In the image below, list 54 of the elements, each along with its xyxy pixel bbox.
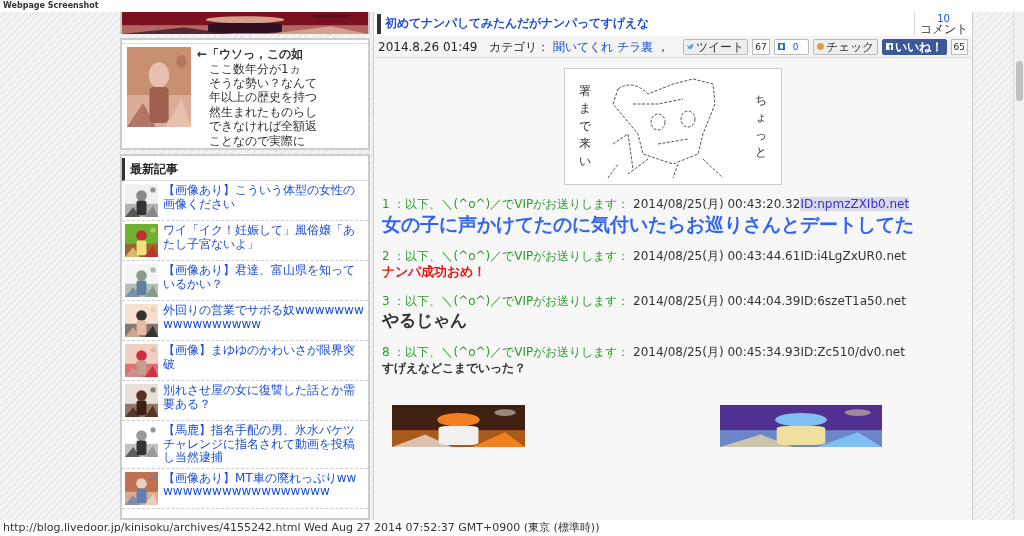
check-button[interactable]: チェック — [812, 38, 878, 55]
teaser-line: 年以上の歴史を持つ — [208, 90, 317, 105]
bookmark-icon — [777, 43, 785, 50]
post-timestamp: 2014/08/25(月) 00:45:34.93 — [632, 345, 801, 360]
teaser-line: ことなので実際に — [208, 133, 306, 148]
comment-count: 10 — [936, 14, 951, 24]
separator-text: ， — [657, 38, 670, 56]
article-link[interactable]: 外回りの営業でサボる奴wwwwwwwwwwwwwwwww — [163, 304, 365, 337]
article-link[interactable]: ワイ「イク！妊娠して」風俗嬢「あたし子宮ないよ」 — [163, 224, 365, 257]
article-link[interactable]: 【馬鹿】指名手配の男、氷水バケツチャレンジに指名されて動画を投稿し当然逮捕 — [163, 424, 365, 465]
post-text: 女の子に声かけてたのに気付いたらお巡りさんとデートしてた — [382, 212, 915, 237]
teaser-line: そうな勢い？なんて — [208, 75, 317, 91]
like-button[interactable]: いいね！ — [881, 38, 947, 55]
article-link[interactable]: 【画像あり】MT車の廃れっぷりwwwwwwwwwwwwwwwwwww — [163, 471, 365, 505]
post-text: やるじゃん — [382, 308, 468, 332]
circle-icon — [816, 43, 824, 50]
poster-name: 1 ：以下、＼(^o^)／でVIPがお送りします： — [382, 197, 630, 211]
bird-icon — [687, 43, 695, 50]
article-link[interactable]: 【画像あり】君達、富山県を知っているかい？ — [163, 264, 365, 297]
teaser-line: ここ数年分が1ヵ — [208, 61, 302, 76]
poster-id: ID:npmzZXIb0.net — [800, 197, 910, 211]
share-count: 67 — [752, 38, 770, 55]
facebook-icon — [885, 43, 893, 50]
post-timestamp: 2014/08/25(月) 00:44:04.39 — [632, 293, 801, 308]
poster-name: 2 ：以下、＼(^o^)／でVIPがお送りします： — [382, 249, 630, 263]
section-heading: 最新記事 — [122, 158, 368, 181]
window-title: Webpage Screenshot — [3, 1, 99, 10]
article-link[interactable]: 【画像】まゆゆのかわいさが限界突破 — [163, 344, 365, 377]
tweet-button[interactable]: ツイート — [683, 38, 749, 55]
category-label: カテゴリ： — [489, 38, 550, 56]
poster-id: ID:Zc510/dv0.net — [800, 345, 905, 360]
status-url: http://blog.livedoor.jp/kinisoku/archives/4155242.html Wed Aug 27 2014 07:52:37 GMT+0900 (東京 (標準時)) — [3, 521, 600, 534]
post-timestamp: 2014/08/25(月) 00:43:20.32 — [632, 197, 801, 211]
article-link[interactable]: 別れさせ屋の女に復讐した話とか需要ある？ — [163, 384, 365, 417]
post-timestamp: 2014/08/25(月) 00:43:44.61 — [632, 249, 801, 263]
teaser-line: できなければ全額返 — [208, 119, 317, 134]
category-link[interactable]: 聞いてくれ — [553, 37, 614, 56]
comment-label: コメント — [918, 24, 969, 35]
vertical-text: 署まで来い — [579, 83, 591, 170]
vertical-text: ちょっと — [755, 91, 767, 161]
teaser-headline: ←「ウソっ，この如 — [197, 47, 305, 62]
post-text: ナンパ成功おめ！ — [382, 263, 487, 281]
post-text: すげえなどこまでいった？ — [382, 360, 527, 378]
poster-id: ID:i4LgZxUR0.net — [800, 249, 907, 263]
teaser-line: 然生まれたものらし — [208, 104, 317, 120]
poster-name: 8 ：以下、＼(^o^)／でVIPがお送りします： — [382, 345, 630, 360]
poster-id: ID:6szeT1a50.net — [800, 293, 906, 308]
post-date: 2014.8.26 01:49 — [378, 38, 478, 56]
poster-name: 3 ：以下、＼(^o^)／でVIPがお送りします： — [382, 293, 630, 308]
article-link[interactable]: 【画像あり】こういう体型の女性の画像ください — [163, 184, 365, 217]
scroll-thumb[interactable] — [1015, 61, 1023, 101]
bookmark-button[interactable]: 0 — [773, 38, 809, 55]
share-count: 65 — [950, 38, 968, 55]
category-link[interactable]: チラ裏 — [617, 37, 654, 56]
